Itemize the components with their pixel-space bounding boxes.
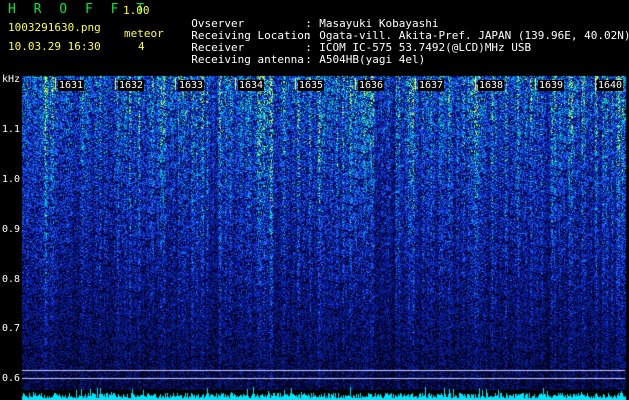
filename-label: 1003291630.png	[8, 21, 101, 34]
time-label: 1634	[238, 80, 265, 91]
datetime-label: 10.03.29 16:30	[8, 40, 101, 53]
y-tick-label: 0.8	[2, 274, 21, 285]
time-label: 1635	[298, 80, 325, 91]
axis-unit-label: kHz	[2, 74, 21, 85]
meteor-label: meteor	[124, 27, 164, 40]
time-label: 1632	[118, 80, 145, 91]
time-label: 1633	[178, 80, 205, 91]
y-tick-label: 0.7	[2, 323, 21, 334]
time-label: 1640	[597, 80, 624, 91]
y-tick-label: 0.6	[2, 373, 21, 384]
time-label: 1636	[358, 80, 385, 91]
time-label: 1638	[478, 80, 505, 91]
info-row-antenna: Receiving antenna: A504HB(yagi 4el)	[178, 40, 425, 66]
time-label: 1639	[538, 80, 565, 91]
info-key: Receiving antenna	[191, 53, 304, 66]
info-sep: :	[305, 53, 312, 66]
y-tick-label: 0.9	[2, 224, 21, 235]
info-value: A504HB(yagi 4el)	[319, 53, 426, 66]
y-tick-label: 1.1	[2, 124, 21, 135]
meteor-count: 4	[138, 40, 145, 53]
version-label: 1.00	[123, 4, 150, 17]
time-label: 1631	[58, 80, 85, 91]
time-label: 1637	[418, 80, 445, 91]
y-tick-label: 1.0	[2, 174, 21, 185]
